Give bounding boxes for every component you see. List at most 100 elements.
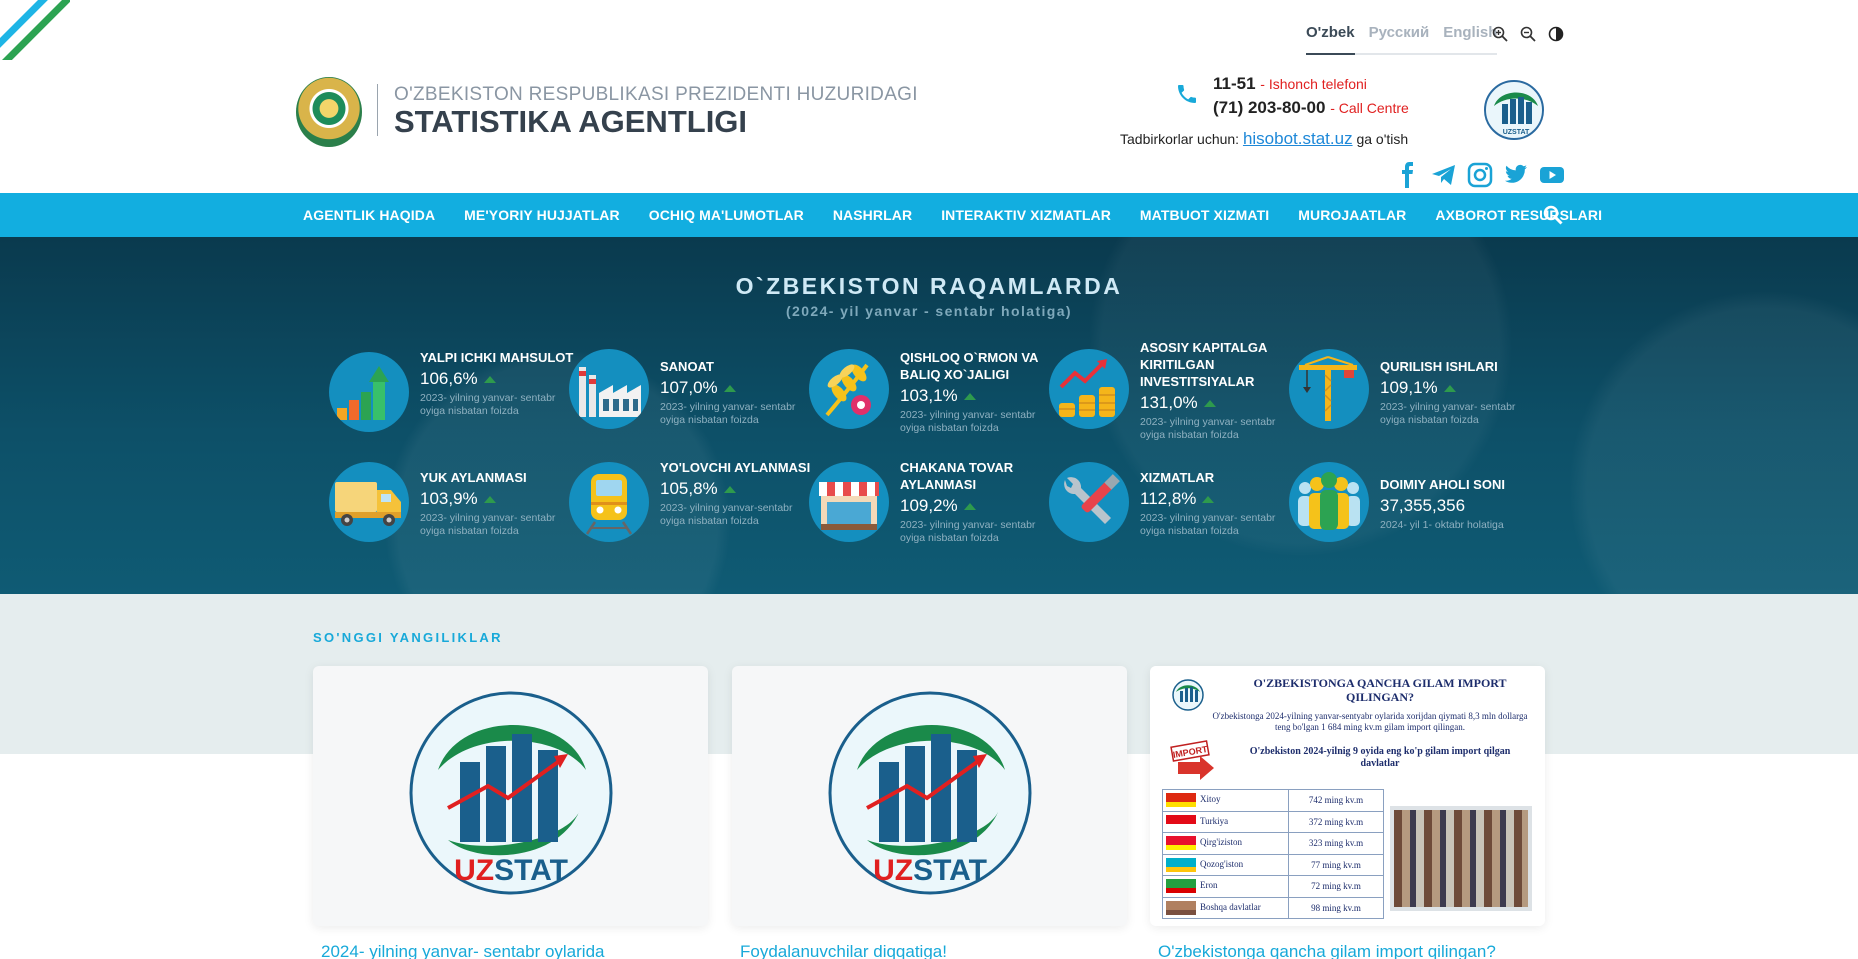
call-centre-phone: (71) 203-80-00 - Call Centre: [1213, 98, 1409, 118]
country-cell: Qirg'iziston: [1162, 832, 1289, 855]
stat-value: 109,1%: [1380, 377, 1540, 399]
nav-item-ochiq[interactable]: OCHIQ MA'LUMOTLAR: [649, 207, 804, 223]
stat-item[interactable]: QISHLOQ O`RMON VA BALIQ XO`JALIGI 103,1%…: [809, 349, 1049, 449]
call-centre-number[interactable]: (71) 203-80-00: [1213, 98, 1325, 117]
stat-name: CHAKANA TOVAR AYLANMASI: [900, 460, 1014, 492]
search-icon[interactable]: [1543, 205, 1563, 225]
wheat-icon: [809, 349, 889, 429]
stat-text: QISHLOQ O`RMON VA BALIQ XO`JALIGI 103,1%…: [900, 349, 1060, 435]
country-name: Boshqa davlatlar: [1200, 901, 1261, 912]
nav-item-nashrlar[interactable]: NASHRLAR: [833, 207, 912, 223]
news-card[interactable]: O'ZBEKISTONGA QANCHA GILAM IMPORT QILING…: [1150, 666, 1545, 926]
telegram-icon[interactable]: [1431, 162, 1457, 188]
business-prefix: Tadbirkorlar uchun:: [1120, 131, 1240, 147]
stat-value-text: 37,355,356: [1380, 496, 1466, 515]
country-cell: Boshqa davlatlar: [1162, 896, 1289, 919]
business-suffix: ga o'tish: [1356, 131, 1409, 147]
stat-value: 103,9%: [420, 488, 580, 510]
stat-item[interactable]: DOIMIY AHOLI SONI 37,355,356 2024- yil 1…: [1289, 462, 1529, 562]
facebook-icon[interactable]: [1395, 162, 1421, 188]
svg-text:UZSTAT: UZSTAT: [873, 854, 987, 887]
nav-item-interaktiv[interactable]: INTERAKTIV XIZMATLAR: [941, 207, 1111, 223]
instagram-icon[interactable]: [1467, 162, 1493, 188]
stat-item[interactable]: ASOSIY KAPITALGA KIRITILGAN INVESTITSIYA…: [1049, 339, 1289, 441]
twitter-icon[interactable]: [1503, 162, 1529, 188]
stat-item[interactable]: CHAKANA TOVAR AYLANMASI 109,2% 2023- yil…: [809, 459, 1049, 559]
stats-subtitle: (2024- yil yanvar - sentabr holatiga): [786, 303, 1072, 319]
zoom-out-icon[interactable]: [1520, 26, 1536, 42]
nav-items: AGENTLIK HAQIDA ME'YORIY HUJJATLAR OCHIQ…: [303, 193, 1602, 237]
stat-text: ASOSIY KAPITALGA KIRITILGAN INVESTITSIYA…: [1140, 339, 1300, 442]
stat-item[interactable]: XIZMATLAR 112,8% 2023- yilning yanvar- s…: [1049, 462, 1289, 562]
table-row: Boshqa davlatlar 98 ming kv.m: [1162, 896, 1384, 919]
contrast-icon[interactable]: [1548, 26, 1564, 42]
trend-up-icon: [723, 385, 736, 393]
nav-item-matbuot[interactable]: MATBUOT XIZMATI: [1140, 207, 1269, 223]
shop-icon: [809, 462, 889, 542]
state-emblem[interactable]: [296, 77, 362, 147]
stat-text: YO'LOVCHI AYLANMASI 105,8% 2023- yilning…: [660, 459, 820, 528]
stat-item[interactable]: YALPI ICHKI MAHSULOT 106,6% 2023- yilnin…: [329, 349, 573, 449]
social-links: [1395, 162, 1565, 188]
stat-text: DOIMIY AHOLI SONI 37,355,356 2024- yil 1…: [1380, 476, 1540, 532]
stat-name: SANOAT: [660, 359, 714, 374]
svg-text:UZSTAT: UZSTAT: [454, 854, 568, 887]
lang-en[interactable]: English: [1443, 24, 1497, 47]
news-card[interactable]: UZSTAT: [313, 666, 708, 926]
stat-name: YUK AYLANMASI: [420, 470, 527, 485]
stat-value-text: 106,6%: [420, 369, 478, 388]
stat-value-text: 109,1%: [1380, 378, 1438, 397]
stat-name: YO'LOVCHI AYLANMASI: [660, 460, 811, 475]
nav-item-hujjatlar[interactable]: ME'YORIY HUJJATLAR: [464, 207, 620, 223]
stat-item[interactable]: QURILISH ISHLARI 109,1% 2023- yilning ya…: [1289, 349, 1529, 449]
trust-phone: 11-51 - Ishonch telefoni: [1213, 74, 1367, 94]
stat-note: 2023- yilning yanvar- sentabr oyiga nisb…: [660, 401, 796, 426]
stat-text: YUK AYLANMASI 103,9% 2023- yilning yanva…: [420, 469, 580, 538]
stat-item[interactable]: YO'LOVCHI AYLANMASI 105,8% 2023- yilning…: [569, 459, 810, 559]
trend-up-icon: [1203, 400, 1216, 408]
stat-note: 2023- yilning yanvar-sentabr oyiga nisba…: [660, 502, 793, 527]
stat-name: XIZMATLAR: [1140, 470, 1215, 485]
carpet-import-table: Xitoy 742 ming kv.m Turkiya 372 ming kv.m Qi…: [1162, 789, 1384, 919]
hisobot-link[interactable]: hisobot.stat.uz: [1243, 129, 1353, 148]
country-name: Turkiya: [1200, 815, 1229, 826]
stat-value-text: 103,1%: [900, 386, 958, 405]
country-name: Xitoy: [1200, 794, 1221, 805]
youtube-icon[interactable]: [1539, 162, 1565, 188]
country-name: Eron: [1200, 880, 1218, 891]
stat-item[interactable]: SANOAT 107,0% 2023- yilning yanvar- sent…: [569, 349, 809, 449]
people-icon: [1289, 462, 1369, 542]
business-link-line: Tadbirkorlar uchun: hisobot.stat.uz ga o…: [1120, 129, 1408, 149]
zoom-in-icon[interactable]: [1492, 26, 1508, 42]
nav-item-agentlik[interactable]: AGENTLIK HAQIDA: [303, 207, 435, 223]
stat-value: 103,1%: [900, 385, 1060, 407]
brand-subtitle: O'ZBEKISTON RESPUBLIKASI PREZIDENTI HUZU…: [394, 84, 918, 105]
stat-note: 2023- yilning yanvar- sentabr oyiga nisb…: [900, 409, 1036, 434]
lang-uz[interactable]: O'zbek: [1306, 24, 1355, 55]
lang-ru[interactable]: Русский: [1369, 24, 1430, 47]
news-card-title[interactable]: O'zbekistonga qancha gilam import qiling…: [1158, 942, 1496, 959]
truck-icon: [329, 462, 409, 542]
stat-item[interactable]: YUK AYLANMASI 103,9% 2023- yilning yanva…: [329, 462, 569, 562]
table-row: Eron 72 ming kv.m: [1162, 875, 1384, 898]
stat-value-text: 107,0%: [660, 378, 718, 397]
stat-value-text: 105,8%: [660, 479, 718, 498]
coins-chart-icon: [1049, 349, 1129, 429]
brand-title[interactable]: STATISTIKA AGENTLIGI: [394, 104, 747, 140]
news-card-title[interactable]: Foydalanuvchilar diqqatiga!: [740, 942, 947, 959]
import-value: 72 ming kv.m: [1288, 875, 1384, 898]
stat-name: QURILISH ISHLARI: [1380, 359, 1498, 374]
import-value: 77 ming kv.m: [1288, 853, 1384, 876]
news-card[interactable]: UZSTAT: [732, 666, 1127, 926]
news-card-title[interactable]: 2024- yilning yanvar- sentabr oylarida: [321, 942, 605, 959]
infographic-subtitle: O'zbekiston 2024-yilnig 9 oyida eng ko'p…: [1249, 746, 1511, 769]
trust-phone-number[interactable]: 11-51: [1213, 74, 1256, 93]
stat-note: 2023- yilning yanvar- sentabr oyiga nisb…: [1380, 401, 1516, 426]
main-nav: AGENTLIK HAQIDA ME'YORIY HUJJATLAR OCHIQ…: [0, 193, 1858, 237]
import-value: 323 ming kv.m: [1288, 832, 1384, 855]
nav-item-axborot[interactable]: AXBOROT RESURSLARI: [1435, 207, 1602, 223]
nav-item-murojaatlar[interactable]: MUROJAATLAR: [1298, 207, 1406, 223]
stat-note: 2023- yilning yanvar- sentabr oyiga nisb…: [420, 392, 556, 417]
uzstat-logo-small[interactable]: UZSTAT: [1484, 80, 1544, 140]
stats-title: O`ZBEKISTON RAQAMLARDA: [735, 273, 1123, 299]
